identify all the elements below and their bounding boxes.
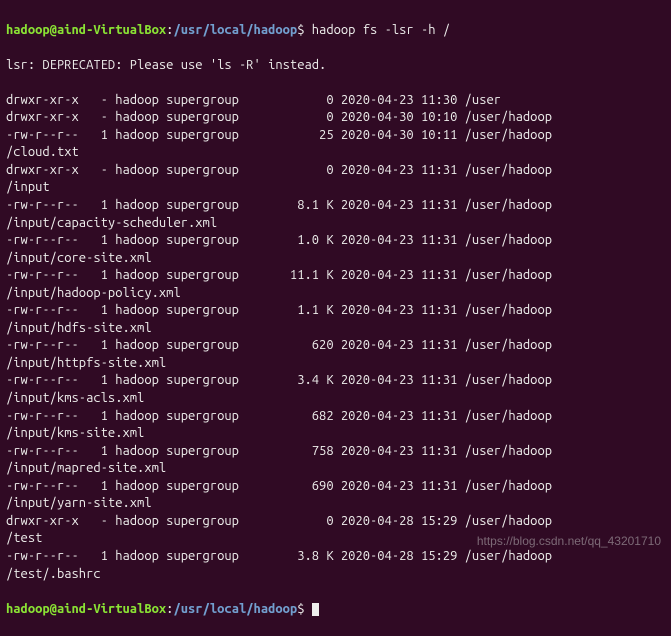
list-item-continuation: /input/hadoop-policy.xml	[6, 285, 665, 303]
prompt-colon: :	[166, 602, 173, 616]
list-item: -rw-r--r-- 1 hadoop supergroup 690 2020-…	[6, 478, 665, 496]
list-item: -rw-r--r-- 1 hadoop supergroup 11.1 K 20…	[6, 267, 665, 285]
cursor-icon	[312, 603, 319, 616]
prompt-path: /usr/local/hadoop	[173, 23, 297, 37]
list-item-continuation: /input/hdfs-site.xml	[6, 320, 665, 338]
prompt-path: /usr/local/hadoop	[173, 602, 297, 616]
list-item-continuation: /input/kms-site.xml	[6, 425, 665, 443]
list-item: drwxr-xr-x - hadoop supergroup 0 2020-04…	[6, 92, 665, 110]
prompt-user-host: hadoop@aind-VirtualBox	[6, 602, 166, 616]
list-item: -rw-r--r-- 1 hadoop supergroup 758 2020-…	[6, 443, 665, 461]
prompt-line: hadoop@aind-VirtualBox:/usr/local/hadoop…	[6, 22, 665, 40]
prompt-dollar: $	[297, 23, 304, 37]
list-item: -rw-r--r-- 1 hadoop supergroup 3.4 K 202…	[6, 372, 665, 390]
prompt-user-host: hadoop@aind-VirtualBox	[6, 23, 166, 37]
list-item-continuation: /input	[6, 179, 665, 197]
list-item-continuation: /input/httpfs-site.xml	[6, 355, 665, 373]
list-item: drwxr-xr-x - hadoop supergroup 0 2020-04…	[6, 109, 665, 127]
watermark-text: https://blog.csdn.net/qq_43201710	[477, 533, 661, 549]
deprecated-message: lsr: DEPRECATED: Please use 'ls -R' inst…	[6, 57, 665, 75]
list-item-continuation: /input/yarn-site.xml	[6, 495, 665, 513]
prompt-dollar: $	[297, 602, 304, 616]
list-item: drwxr-xr-x - hadoop supergroup 0 2020-04…	[6, 513, 665, 531]
list-item: -rw-r--r-- 1 hadoop supergroup 1.0 K 202…	[6, 232, 665, 250]
list-item: -rw-r--r-- 1 hadoop supergroup 8.1 K 202…	[6, 197, 665, 215]
list-item-continuation: /input/capacity-scheduler.xml	[6, 215, 665, 233]
list-item-continuation: /test/.bashrc	[6, 566, 665, 584]
list-item: -rw-r--r-- 1 hadoop supergroup 25 2020-0…	[6, 127, 665, 145]
list-item: -rw-r--r-- 1 hadoop supergroup 620 2020-…	[6, 337, 665, 355]
list-item: drwxr-xr-x - hadoop supergroup 0 2020-04…	[6, 162, 665, 180]
command-text: hadoop fs -lsr -h /	[312, 23, 450, 37]
list-item: -rw-r--r-- 1 hadoop supergroup 3.8 K 202…	[6, 548, 665, 566]
list-item-continuation: /input/mapred-site.xml	[6, 460, 665, 478]
list-item-continuation: /cloud.txt	[6, 144, 665, 162]
prompt-line-end: hadoop@aind-VirtualBox:/usr/local/hadoop…	[6, 601, 665, 619]
list-item-continuation: /input/kms-acls.xml	[6, 390, 665, 408]
list-item-continuation: /input/core-site.xml	[6, 250, 665, 268]
file-listing: drwxr-xr-x - hadoop supergroup 0 2020-04…	[6, 92, 665, 583]
list-item: -rw-r--r-- 1 hadoop supergroup 682 2020-…	[6, 408, 665, 426]
list-item: -rw-r--r-- 1 hadoop supergroup 1.1 K 202…	[6, 302, 665, 320]
